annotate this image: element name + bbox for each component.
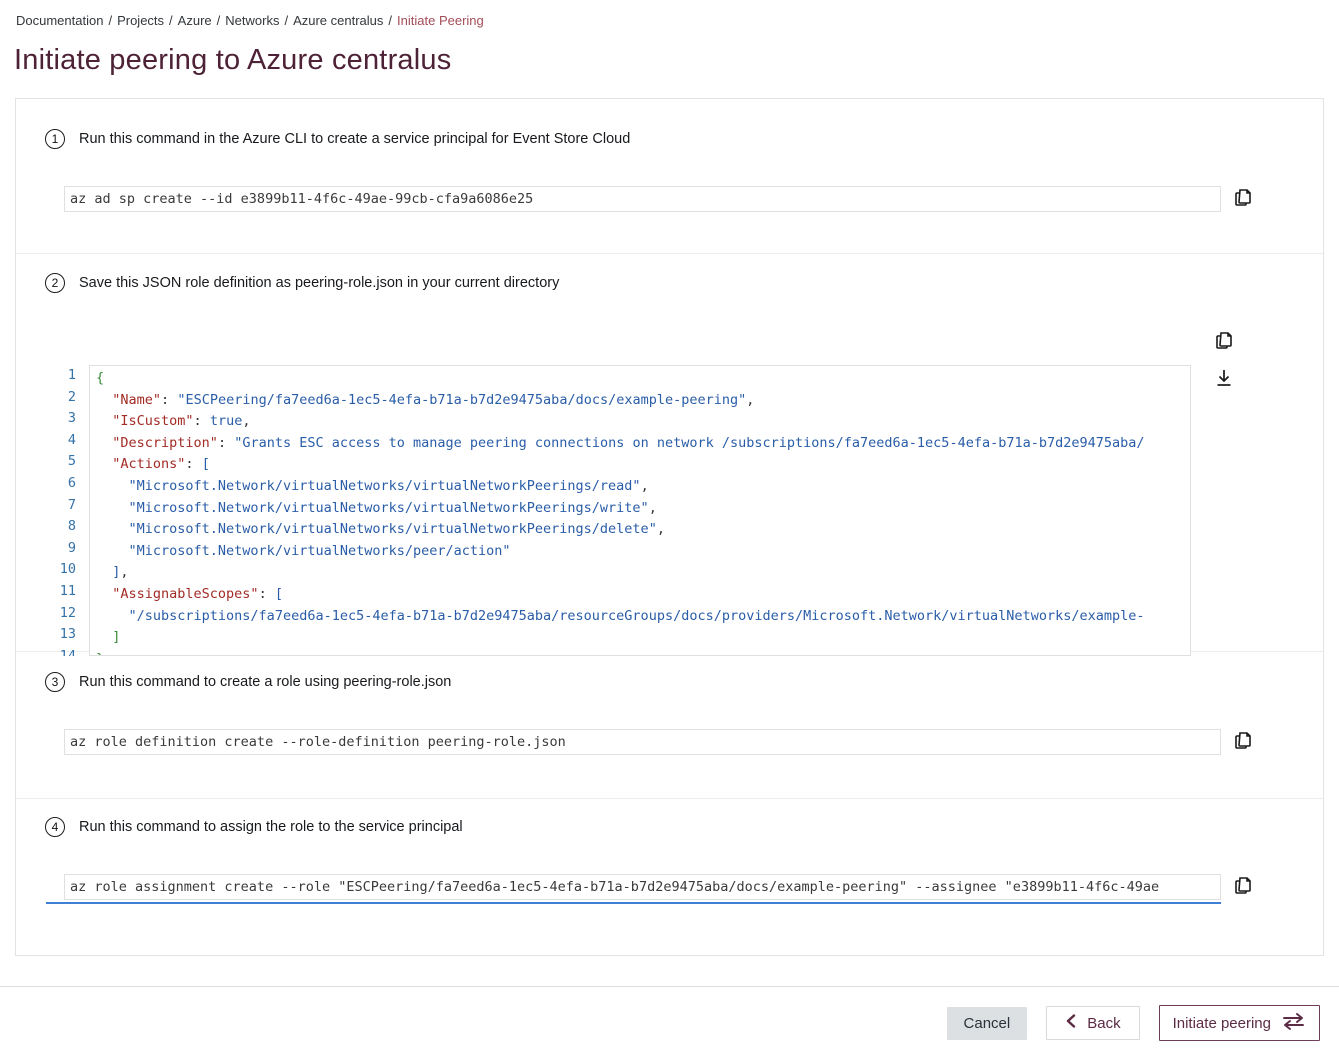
breadcrumb-item-projects[interactable]: Projects bbox=[117, 13, 164, 28]
initiate-peering-button[interactable]: Initiate peering bbox=[1159, 1005, 1320, 1041]
step-3-number-badge: 3 bbox=[45, 672, 65, 692]
breadcrumb-separator: / bbox=[388, 13, 392, 28]
step-4-body bbox=[64, 874, 1323, 900]
step-4-number-badge: 4 bbox=[45, 817, 65, 837]
footer-actions: Cancel Back Initiate peering bbox=[0, 987, 1339, 1041]
step-4-section: 4 Run this command to assign the role to… bbox=[16, 799, 1323, 956]
copy-icon[interactable] bbox=[1232, 186, 1254, 208]
breadcrumb-item-documentation[interactable]: Documentation bbox=[16, 13, 103, 28]
code-gutter: 1234567891011121314 bbox=[45, 365, 89, 656]
step-3-label: Run this command to create a role using … bbox=[79, 674, 451, 690]
step-2-label: Save this JSON role definition as peerin… bbox=[79, 275, 559, 291]
breadcrumb-separator: / bbox=[108, 13, 112, 28]
breadcrumb-separator: / bbox=[284, 13, 288, 28]
json-code-editor[interactable]: 1234567891011121314 { "Name": "ESCPeerin… bbox=[45, 365, 1202, 656]
step-3-section: 3 Run this command to create a role usin… bbox=[16, 652, 1323, 799]
back-button[interactable]: Back bbox=[1046, 1006, 1139, 1040]
step-3-body bbox=[64, 729, 1323, 755]
breadcrumb-separator: / bbox=[169, 13, 173, 28]
chevron-left-icon bbox=[1065, 1013, 1077, 1033]
step-3-header: 3 Run this command to create a role usin… bbox=[45, 672, 1323, 692]
cancel-button-label: Cancel bbox=[964, 1015, 1011, 1032]
step-2-number-badge: 2 bbox=[45, 273, 65, 293]
step-4-label: Run this command to assign the role to t… bbox=[79, 819, 463, 835]
back-button-label: Back bbox=[1087, 1015, 1120, 1032]
breadcrumb-item-azure-centralus[interactable]: Azure centralus bbox=[293, 13, 383, 28]
copy-icon[interactable] bbox=[1232, 874, 1254, 896]
step-1-command-input[interactable] bbox=[64, 186, 1221, 212]
step-4-header: 4 Run this command to assign the role to… bbox=[45, 817, 1323, 837]
initiate-peering-button-label: Initiate peering bbox=[1173, 1015, 1271, 1032]
step-1-number-badge: 1 bbox=[45, 129, 65, 149]
peering-setup-card: 1 Run this command in the Azure CLI to c… bbox=[15, 98, 1324, 956]
breadcrumb-item-azure[interactable]: Azure bbox=[178, 13, 212, 28]
breadcrumb-separator: / bbox=[217, 13, 221, 28]
code-content[interactable]: { "Name": "ESCPeering/fa7eed6a-1ec5-4efa… bbox=[89, 365, 1191, 656]
breadcrumb-item-networks[interactable]: Networks bbox=[225, 13, 279, 28]
swap-arrows-icon bbox=[1281, 1013, 1306, 1034]
step-1-header: 1 Run this command in the Azure CLI to c… bbox=[45, 129, 1323, 149]
step-3-command-input[interactable] bbox=[64, 729, 1221, 755]
copy-icon[interactable] bbox=[1213, 329, 1235, 351]
breadcrumb: Documentation / Projects / Azure / Networks / Az… bbox=[0, 0, 1339, 28]
cancel-button[interactable]: Cancel bbox=[947, 1007, 1028, 1040]
download-icon[interactable] bbox=[1213, 367, 1235, 389]
step-1-label: Run this command in the Azure CLI to cre… bbox=[79, 131, 630, 147]
step-2-body: 1234567891011121314 { "Name": "ESCPeerin… bbox=[45, 329, 1323, 656]
step-2-header: 2 Save this JSON role definition as peer… bbox=[45, 273, 1323, 293]
step-1-section: 1 Run this command in the Azure CLI to c… bbox=[16, 99, 1323, 254]
page-title: Initiate peering to Azure centralus bbox=[14, 44, 1339, 77]
breadcrumb-current-initiate-peering: Initiate Peering bbox=[397, 13, 484, 28]
copy-icon[interactable] bbox=[1232, 729, 1254, 751]
horizontal-scrollbar[interactable] bbox=[46, 902, 1221, 904]
step-2-section: 2 Save this JSON role definition as peer… bbox=[16, 254, 1323, 652]
step-1-body bbox=[64, 186, 1323, 212]
step-4-command-input[interactable] bbox=[64, 874, 1221, 900]
